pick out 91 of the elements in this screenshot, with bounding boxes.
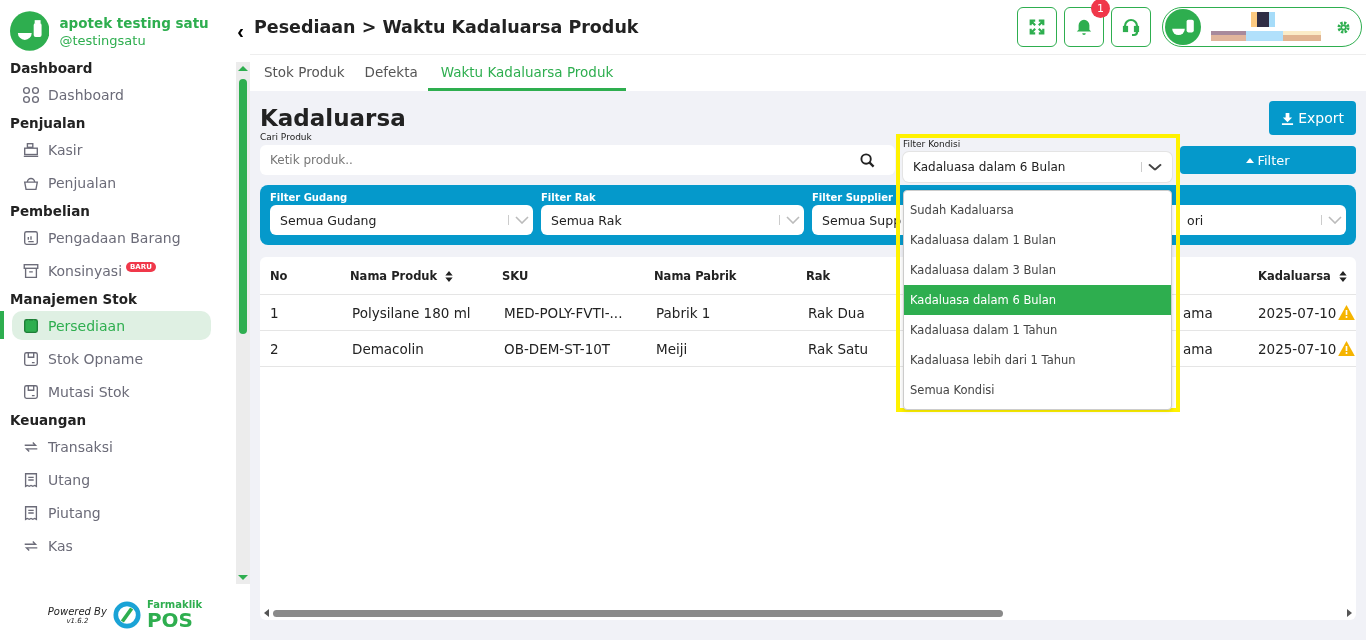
section-heading: Keuangan xyxy=(9,411,88,430)
dropdown-option[interactable]: Kadaluasa dalam 3 Bulan xyxy=(904,255,1171,285)
download-icon xyxy=(1281,111,1295,125)
username: @testingsatu xyxy=(59,32,147,48)
table-cell: Meiji xyxy=(656,340,688,357)
section-heading: Penjualan xyxy=(9,114,87,133)
caret-up-icon xyxy=(1246,157,1255,163)
register-icon xyxy=(22,140,40,159)
support-button[interactable] xyxy=(1111,7,1151,47)
sidebar-item[interactable]: Pengadaan Barang xyxy=(12,223,211,252)
package-icon xyxy=(22,382,40,401)
field-label: Filter Kondisi xyxy=(903,139,962,149)
table-cell: Demacolin xyxy=(352,340,424,357)
filter-label: Filter Gudang xyxy=(270,192,349,205)
collapse-button[interactable]: ‹ xyxy=(231,19,250,43)
filter-label: Filter Supplier xyxy=(812,192,894,205)
sidebar-item[interactable]: Dashboard xyxy=(12,80,211,109)
export-button[interactable]: Export xyxy=(1269,101,1356,135)
headset-icon xyxy=(1121,17,1141,37)
chevron-down-icon xyxy=(1148,163,1162,171)
column-header: Nama Pabrik xyxy=(654,268,737,283)
archive-icon xyxy=(22,261,40,280)
page-title: Kadaluarsa xyxy=(260,105,406,131)
sidebar-item[interactable]: Kasir xyxy=(12,135,211,164)
brand-name: POS xyxy=(146,610,194,630)
chevron-down-icon xyxy=(1328,216,1342,224)
dropdown-option[interactable]: Kadaluasa dalam 6 Bulan xyxy=(904,285,1171,315)
store-name: apotek testing satu xyxy=(59,14,210,31)
table-cell: Rak Satu xyxy=(808,340,869,357)
page-breadcrumb: Pesediaan > Waktu Kadaluarsa Produk xyxy=(254,17,639,37)
vertical-scrollbar[interactable] xyxy=(236,62,250,584)
column-header: Rak xyxy=(806,268,831,283)
receipt-icon xyxy=(22,503,40,522)
receipt-icon xyxy=(22,470,40,489)
package-icon xyxy=(22,349,40,368)
column-header: Kadaluarsa xyxy=(1258,268,1331,283)
board-icon xyxy=(22,228,40,247)
dropdown-option[interactable]: Semua Kondisi xyxy=(904,375,1171,405)
column-header: SKU xyxy=(502,268,529,283)
section-heading: Manajemen Stok xyxy=(9,290,138,309)
search-icon xyxy=(860,153,875,168)
table-cell: ama xyxy=(1183,304,1213,321)
table-cell: 2025-07-10 xyxy=(1258,304,1337,321)
tab[interactable]: Waktu Kadaluarsa Produk xyxy=(427,55,627,91)
section-heading: Dashboard xyxy=(9,62,94,78)
sort-icon[interactable] xyxy=(1338,270,1347,282)
sidebar-item[interactable]: Stok Opname xyxy=(12,344,211,373)
brand-logo-icon xyxy=(112,601,141,629)
package-icon xyxy=(22,316,40,335)
column-header: No xyxy=(270,268,288,283)
filter-toggle-button[interactable]: Filter xyxy=(1180,146,1356,174)
store-logo-icon xyxy=(10,11,50,51)
grid-icon xyxy=(22,85,40,104)
column-header: Nama Produk xyxy=(350,268,438,283)
tab[interactable]: Stok Produk xyxy=(254,55,355,91)
bell-icon xyxy=(1075,18,1093,36)
sidebar-item[interactable]: Penjualan xyxy=(12,168,211,197)
table-cell: 2025-07-10 xyxy=(1258,340,1337,357)
dropdown-option[interactable]: Kadaluasa dalam 1 Tahun xyxy=(904,315,1171,345)
sidebar-item[interactable]: Transaksi xyxy=(12,432,211,461)
sidebar-item[interactable]: Utang xyxy=(12,465,211,494)
table-cell: MED-POLY-FVTI-... xyxy=(504,304,623,321)
table-cell: Pabrik 1 xyxy=(656,304,711,321)
powered-by-text: Powered By xyxy=(47,605,107,617)
chevron-down-icon xyxy=(515,216,529,224)
filter-label: Filter Rak xyxy=(541,192,597,205)
table-cell: 1 xyxy=(270,304,279,321)
table-cell: Rak Dua xyxy=(808,304,865,321)
brand-name: Farmaklik xyxy=(146,600,203,610)
filter-select[interactable]: Semua Rak xyxy=(541,205,804,235)
table-cell: 2 xyxy=(270,340,279,357)
field-label: Cari Produk xyxy=(260,132,313,142)
section-heading: Pembelian xyxy=(9,202,91,221)
condition-select[interactable]: Kadaluasa dalam 6 Bulan xyxy=(903,152,1172,182)
table-cell: Polysilane 180 ml xyxy=(352,304,471,321)
fullscreen-button[interactable] xyxy=(1017,7,1057,47)
chevron-down-icon xyxy=(786,216,800,224)
table-cell: ama xyxy=(1183,340,1213,357)
sidebar-item[interactable]: Mutasi Stok xyxy=(12,377,211,406)
notification-count: 1 xyxy=(1091,0,1110,18)
settings-icon[interactable] xyxy=(1336,19,1351,35)
dropdown-option[interactable]: Kadaluasa lebih dari 1 Tahun xyxy=(904,345,1171,375)
expand-icon xyxy=(1028,18,1046,36)
table-cell: OB-DEM-ST-10T xyxy=(504,340,611,357)
filter-select[interactable]: Semua Gudang xyxy=(270,205,533,235)
sidebar-item[interactable]: Piutang xyxy=(12,498,211,527)
avatar-icon xyxy=(1165,9,1201,45)
tab[interactable]: Defekta xyxy=(354,55,428,91)
sidebar-item[interactable]: Kas xyxy=(12,531,211,560)
sort-icon[interactable] xyxy=(445,270,454,282)
search-field[interactable]: Ketik produk.. xyxy=(260,145,895,175)
